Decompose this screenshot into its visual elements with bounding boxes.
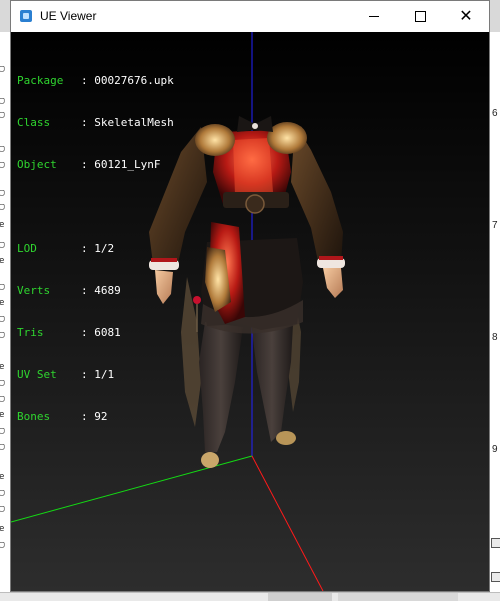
left-box: ▢ bbox=[0, 314, 5, 324]
info-key: Package bbox=[17, 74, 64, 87]
info-row: UV Set: 1/1 bbox=[17, 368, 174, 382]
left-box: ▢ bbox=[0, 240, 5, 250]
left-box: ▢ bbox=[0, 64, 5, 74]
info-sep: : bbox=[81, 368, 95, 381]
info-sep: : bbox=[81, 158, 95, 171]
info-sep: : bbox=[81, 74, 95, 87]
info-key: Class bbox=[17, 116, 51, 129]
left-box: ▢ bbox=[0, 144, 5, 154]
waist-brooch bbox=[245, 194, 265, 214]
right-shoe bbox=[276, 431, 296, 445]
info-value: 4689 bbox=[94, 284, 121, 297]
close-button[interactable]: ✕ bbox=[443, 1, 489, 32]
info-sep: : bbox=[81, 410, 95, 423]
ue-viewer-window: UE Viewer ✕ Package: 00027676.upk Class… bbox=[10, 0, 490, 592]
maximize-icon bbox=[414, 11, 426, 22]
app-icon bbox=[20, 10, 32, 22]
bodice-highlight bbox=[233, 138, 273, 194]
left-text: e bbox=[0, 410, 5, 420]
right-hand bbox=[323, 268, 343, 298]
left-box: ▢ bbox=[0, 330, 5, 340]
info-sep: : bbox=[81, 242, 95, 255]
left-text: e bbox=[0, 362, 5, 372]
left-box: ▢ bbox=[0, 540, 5, 550]
maximize-button[interactable] bbox=[397, 1, 443, 32]
left-text: e bbox=[0, 220, 5, 230]
left-box: ▢ bbox=[0, 488, 5, 498]
left-leg bbox=[199, 322, 243, 452]
right-scroll-box bbox=[491, 572, 500, 582]
info-key: Bones bbox=[17, 410, 51, 423]
right-shoulder bbox=[267, 122, 307, 154]
info-key: LOD bbox=[17, 242, 37, 255]
left-shoe bbox=[201, 452, 219, 468]
info-sep: : bbox=[81, 284, 95, 297]
mesh-info-overlay: Package: 00027676.upk Class: SkeletalMes… bbox=[17, 46, 174, 452]
minimize-icon bbox=[369, 16, 379, 17]
info-row: Tris: 6081 bbox=[17, 326, 174, 340]
right-cuff-red bbox=[319, 256, 343, 260]
right-tick: 6 bbox=[492, 108, 498, 119]
left-shoulder bbox=[195, 124, 235, 156]
info-row: Class: SkeletalMesh bbox=[17, 116, 174, 130]
info-sep: : bbox=[81, 116, 95, 129]
left-box: ▢ bbox=[0, 160, 5, 170]
right-tick: 8 bbox=[492, 332, 498, 343]
info-gap bbox=[17, 200, 174, 214]
info-sep: : bbox=[81, 326, 95, 339]
right-tick: 7 bbox=[492, 220, 498, 231]
left-box: ▢ bbox=[0, 282, 5, 292]
info-key: UV Set bbox=[17, 368, 57, 381]
left-box: ▢ bbox=[0, 96, 5, 106]
right-scroll-box bbox=[491, 538, 500, 548]
left-text: e bbox=[0, 256, 5, 266]
left-box: ▢ bbox=[0, 378, 5, 388]
info-row: Bones: 92 bbox=[17, 410, 174, 424]
charm-bead bbox=[193, 296, 201, 304]
info-value: 00027676.upk bbox=[94, 74, 174, 87]
left-box: ▢ bbox=[0, 110, 5, 120]
right-tick: 9 bbox=[492, 444, 498, 455]
info-row: Object: 60121_LynF bbox=[17, 158, 174, 172]
info-key: Tris bbox=[17, 326, 44, 339]
window-title: UE Viewer bbox=[40, 9, 97, 23]
left-box: ▢ bbox=[0, 426, 5, 436]
info-row: Verts: 4689 bbox=[17, 284, 174, 298]
info-value: 60121_LynF bbox=[94, 158, 161, 171]
left-box: ▢ bbox=[0, 202, 5, 212]
x-axis bbox=[251, 455, 324, 591]
left-text: e bbox=[0, 472, 5, 482]
left-box: ▢ bbox=[0, 394, 5, 404]
info-value: 6081 bbox=[94, 326, 121, 339]
left-box: ▢ bbox=[0, 504, 5, 514]
right-leg bbox=[251, 322, 293, 442]
info-value: 1/1 bbox=[94, 368, 115, 381]
info-value: SkeletalMesh bbox=[94, 116, 174, 129]
info-value: 92 bbox=[94, 410, 108, 423]
left-box: ▢ bbox=[0, 442, 5, 452]
background-window-right: 6 7 8 9 bbox=[490, 32, 500, 600]
close-icon: ✕ bbox=[459, 7, 473, 25]
collar-pearl bbox=[252, 123, 258, 129]
info-value: 1/2 bbox=[94, 242, 115, 255]
minimize-button[interactable] bbox=[351, 1, 397, 32]
3d-viewport[interactable]: Package: 00027676.upk Class: SkeletalMes… bbox=[11, 32, 489, 591]
title-bar[interactable]: UE Viewer ✕ bbox=[11, 1, 489, 32]
left-text: e bbox=[0, 298, 5, 308]
info-row: LOD: 1/2 bbox=[17, 242, 174, 256]
left-text: e bbox=[0, 524, 5, 534]
info-key: Verts bbox=[17, 284, 51, 297]
left-box: ▢ bbox=[0, 188, 5, 198]
info-key: Object bbox=[17, 158, 57, 171]
info-row: Package: 00027676.upk bbox=[17, 74, 174, 88]
